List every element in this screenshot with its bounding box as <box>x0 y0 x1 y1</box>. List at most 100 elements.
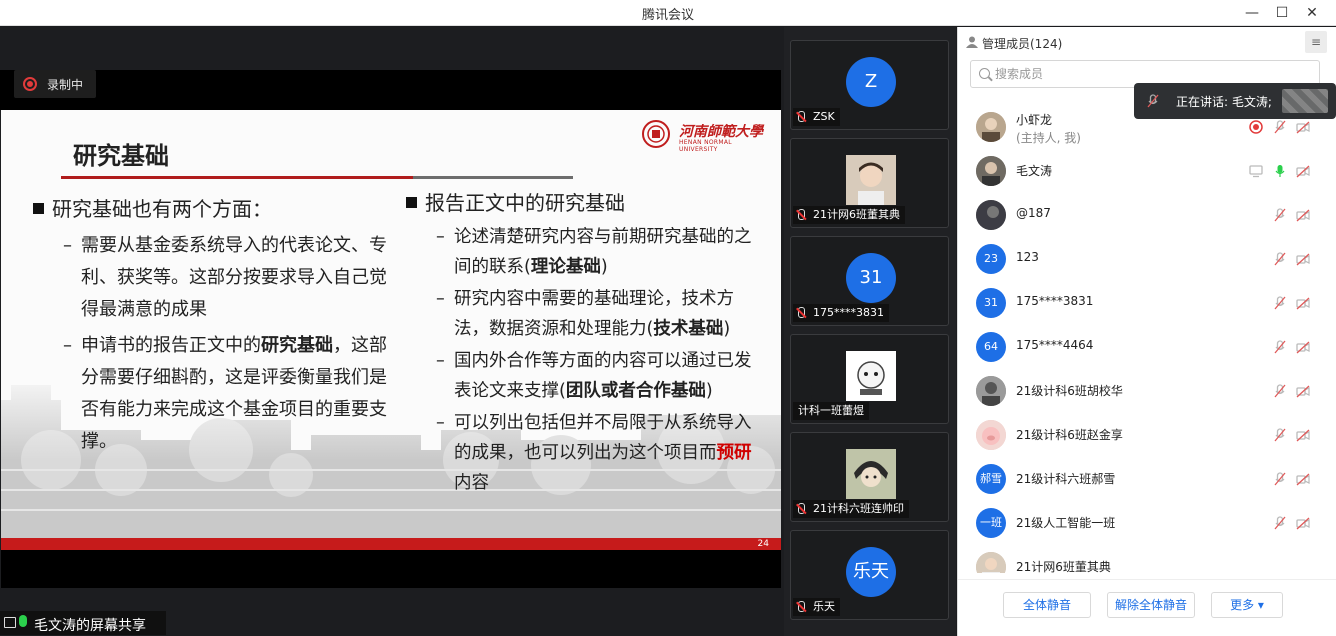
camera-off-icon[interactable] <box>1296 252 1310 266</box>
video-tile[interactable]: Z ZSK <box>790 40 949 130</box>
mic-muted-icon[interactable] <box>1273 120 1287 134</box>
mic-muted-icon[interactable] <box>1273 472 1287 486</box>
left-item-2-bold: 研究基础 <box>261 335 333 356</box>
member-row[interactable]: 31 175****3831 <box>958 281 1336 325</box>
member-row[interactable]: 21计网6班董其典 <box>958 545 1336 573</box>
member-name: 21级计科6班赵金享 <box>1016 428 1123 442</box>
dark-photo-icon <box>976 200 1006 230</box>
mute-all-button[interactable]: 全体静音 <box>1003 592 1091 618</box>
search-input[interactable] <box>995 65 1295 83</box>
screen-share-tag[interactable]: 毛文涛的屏幕共享 <box>0 611 166 635</box>
presentation-slide: 河南師範大學 HENAN NORMAL UNIVERSITY 研究基础 研究基础… <box>1 110 781 550</box>
member-name: 175****4464 <box>1016 338 1094 352</box>
member-row[interactable]: 一班 21级人工智能一班 <box>958 501 1336 545</box>
tile-name-label: 计科一班蕾煜 <box>793 402 869 420</box>
mic-muted-icon[interactable] <box>1273 384 1287 398</box>
mic-muted-icon[interactable] <box>1273 296 1287 310</box>
camera-off-icon[interactable] <box>1296 516 1310 530</box>
more-button[interactable]: 更多 ▾ <box>1211 592 1283 618</box>
speaking-indicator: 正在讲话: 毛文涛; <box>1134 83 1336 119</box>
right-item-4: – 可以列出包括但并不局限于从系统导入的成果，也可以列出为这个项目而预研内容 <box>436 413 752 493</box>
mic-on-icon[interactable] <box>1273 164 1287 178</box>
panel-menu-button[interactable]: ≡ <box>1305 31 1327 53</box>
left-item-2-text-a: 申请书的报告正文中的 <box>81 335 261 356</box>
tile-name: 乐天 <box>813 600 835 613</box>
cartoon-pig-icon <box>976 420 1006 450</box>
camera-off-icon[interactable] <box>1296 340 1310 354</box>
record-icon <box>23 77 37 91</box>
member-name: 123 <box>1016 250 1039 264</box>
member-name: 毛文涛 <box>1016 164 1053 178</box>
member-row[interactable]: 23 123 <box>958 237 1336 281</box>
right-item-3: – 国内外合作等方面的内容可以通过已发表论文来支撑(团队或者合作基础) <box>436 351 752 401</box>
camera-off-icon[interactable] <box>1296 208 1310 222</box>
speaking-label: 正在讲话: 毛文涛; <box>1176 95 1272 109</box>
right-item-4-text-a: 可以列出包括但并不局限于从系统导入的成果，也可以列出为这个项目而 <box>454 413 752 463</box>
mic-muted-icon[interactable] <box>1273 208 1287 222</box>
mic-muted-icon <box>798 209 805 220</box>
square-bullet-icon <box>406 197 417 208</box>
avatar <box>976 156 1006 186</box>
square-bullet-icon <box>33 203 44 214</box>
member-row[interactable]: 郝雪 21级计科六班郝雪 <box>958 457 1336 501</box>
avatar: 31 <box>976 288 1006 318</box>
share-top-bar: 录制中 <box>0 70 781 110</box>
recording-label: 录制中 <box>47 78 84 92</box>
video-tile[interactable]: 21计网6班董其典 <box>790 138 949 228</box>
members-list: 小虾龙 (主持人, 我) 毛文涛 @187 23 123 31 175****3… <box>958 105 1336 573</box>
video-tile[interactable]: 31 175****3831 <box>790 236 949 326</box>
mic-muted-icon[interactable] <box>1273 516 1287 530</box>
member-row[interactable]: 21级计科6班胡校华 <box>958 369 1336 413</box>
tile-name: 计科一班蕾煜 <box>798 404 864 417</box>
close-button[interactable]: ✕ <box>1302 3 1322 23</box>
anime-avatar-icon <box>846 449 896 499</box>
video-tile[interactable]: 21计科六班连帅印 <box>790 432 949 522</box>
mic-muted-icon <box>798 601 805 612</box>
logo-english-text: HENAN NORMAL UNIVERSITY <box>679 139 732 153</box>
meeting-window: 腾讯会议 — ☐ ✕ 录制中 河南師範大學 HENAN NORMAL UNIVE… <box>0 0 1336 636</box>
tile-name-label: 乐天 <box>793 598 840 616</box>
person-photo-icon <box>976 156 1006 186</box>
mic-on-icon <box>19 615 27 627</box>
members-footer: 全体静音 解除全体静音 更多 ▾ <box>958 579 1336 636</box>
video-tile[interactable]: 乐天 乐天 <box>790 530 949 620</box>
left-item-1-text: 需要从基金委系统导入的代表论文、专利、获奖等。这部分按要求导入自己觉得最满意的成… <box>81 235 387 320</box>
camera-off-icon[interactable] <box>1296 472 1310 486</box>
mic-muted-icon <box>1147 94 1159 108</box>
university-logo: 河南師範大學 HENAN NORMAL UNIVERSITY <box>639 119 767 153</box>
video-tile[interactable]: 计科一班蕾煜 <box>790 334 949 424</box>
member-name: 21级计科6班胡校华 <box>1016 384 1123 398</box>
right-item-1-bold: 理论基础 <box>530 257 601 277</box>
members-title: 管理成员(124) <box>982 37 1063 51</box>
tile-name-label: 21计科六班连帅印 <box>793 500 909 518</box>
right-item-2-bold: 技术基础 <box>653 319 724 339</box>
mic-muted-icon <box>798 307 805 318</box>
mic-muted-icon[interactable] <box>1273 340 1287 354</box>
right-item-1-text-c: ) <box>600 257 608 277</box>
camera-off-icon[interactable] <box>1296 384 1310 398</box>
member-name: @187 <box>1016 206 1051 220</box>
member-row[interactable]: 毛文涛 <box>958 149 1336 193</box>
camera-off-icon[interactable] <box>1296 164 1310 178</box>
member-row[interactable]: 64 175****4464 <box>958 325 1336 369</box>
camera-off-icon[interactable] <box>1296 120 1310 134</box>
avatar: 乐天 <box>846 547 896 597</box>
member-row[interactable]: @187 <box>958 193 1336 237</box>
right-item-4-text-c: 内容 <box>454 473 489 493</box>
maximize-button[interactable]: ☐ <box>1272 3 1292 23</box>
member-row[interactable]: 21级计科6班赵金享 <box>958 413 1336 457</box>
minimize-button[interactable]: — <box>1242 3 1262 23</box>
recording-indicator[interactable]: 录制中 <box>14 70 96 98</box>
mic-muted-icon[interactable] <box>1273 252 1287 266</box>
right-item-3-text-c: ) <box>705 381 713 401</box>
tile-name-label: 175****3831 <box>793 304 889 322</box>
tile-name-label: 21计网6班董其典 <box>793 206 905 224</box>
camera-off-icon[interactable] <box>1296 428 1310 442</box>
unmute-all-button[interactable]: 解除全体静音 <box>1107 592 1195 618</box>
right-item-1: – 论述清楚研究内容与前期研究基础的之间的联系(理论基础) <box>436 227 752 277</box>
camera-off-icon[interactable] <box>1296 296 1310 310</box>
mic-muted-icon[interactable] <box>1273 428 1287 442</box>
tile-name: 21计网6班董其典 <box>813 208 900 221</box>
tile-name: 21计科六班连帅印 <box>813 502 904 515</box>
title-underline-gray <box>413 176 573 179</box>
